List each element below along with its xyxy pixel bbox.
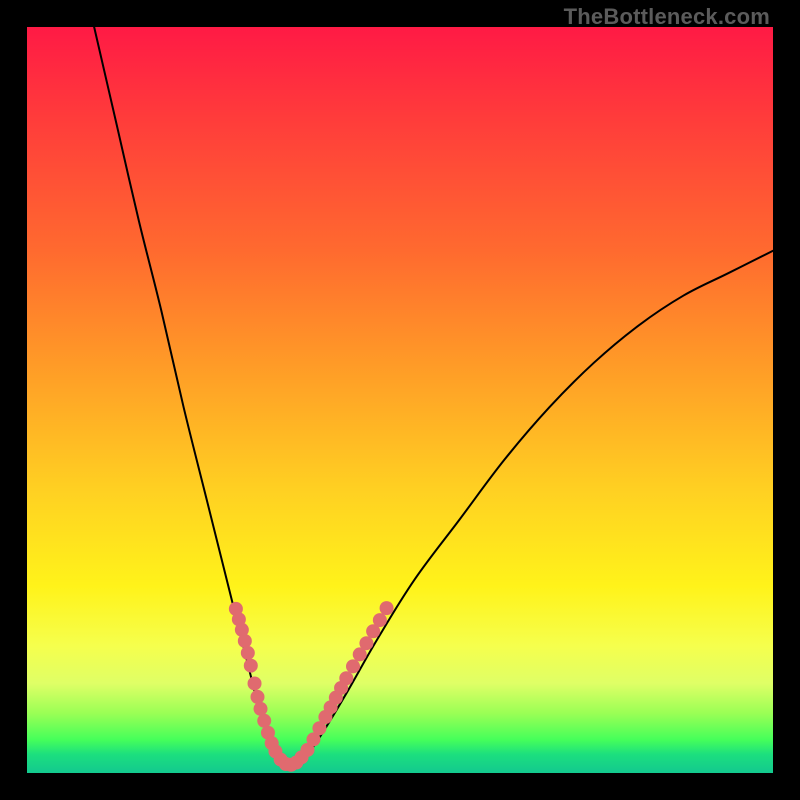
marker-point xyxy=(373,613,387,627)
chart-frame: TheBottleneck.com xyxy=(0,0,800,800)
marker-point xyxy=(244,659,258,673)
bottleneck-curve xyxy=(94,27,773,767)
marker-point xyxy=(241,646,255,660)
marker-point xyxy=(257,714,271,728)
marker-point xyxy=(248,676,262,690)
marker-point xyxy=(380,601,394,615)
marker-point xyxy=(238,634,252,648)
plot-area xyxy=(27,27,773,773)
marker-point xyxy=(251,690,265,704)
marker-point xyxy=(359,636,373,650)
marker-point xyxy=(339,671,353,685)
curve-svg xyxy=(27,27,773,773)
curve-markers xyxy=(229,601,394,772)
marker-point xyxy=(346,659,360,673)
marker-point xyxy=(254,702,268,716)
